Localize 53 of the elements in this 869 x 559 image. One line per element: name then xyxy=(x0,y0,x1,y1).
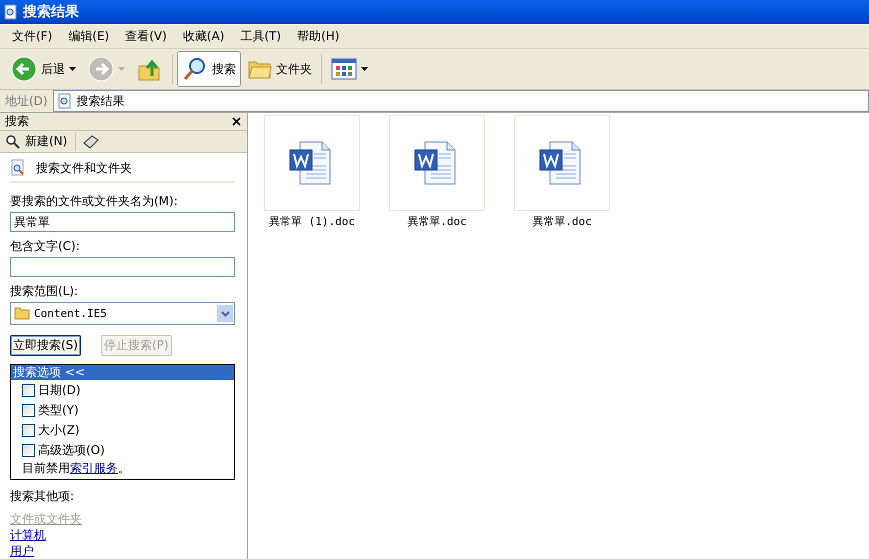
views-grid-icon xyxy=(331,58,357,80)
option-label: 日期(D) xyxy=(38,382,81,398)
checkbox[interactable] xyxy=(22,404,35,416)
section-heading: 搜索文件和文件夹 xyxy=(36,160,132,176)
folder-icon xyxy=(14,307,30,320)
back-button[interactable]: 后退 xyxy=(6,51,81,87)
option-label: 高级选项(O) xyxy=(38,442,105,458)
menu-item[interactable]: 编辑(E) xyxy=(60,28,118,44)
search-link[interactable]: 用户 xyxy=(10,543,34,559)
field-label: 搜索范围(L): xyxy=(10,283,80,300)
note-text: 目前禁用 xyxy=(22,461,70,475)
menu-item[interactable]: 收藏(A) xyxy=(174,28,232,44)
close-icon[interactable] xyxy=(232,117,241,126)
window-title: 搜索结果 xyxy=(23,3,79,21)
menu-item[interactable]: 查看(V) xyxy=(117,28,175,44)
file-thumbnail[interactable] xyxy=(514,115,610,211)
caret-icon xyxy=(118,67,125,71)
name-field[interactable]: 異常單 xyxy=(10,212,235,232)
file-name[interactable]: 異常單.doc xyxy=(407,214,467,229)
checkbox[interactable] xyxy=(22,424,35,436)
pane-title: 搜索 xyxy=(5,113,29,130)
file-name[interactable]: 異常單.doc xyxy=(532,214,592,229)
caret-icon xyxy=(69,67,76,71)
text-field[interactable] xyxy=(10,257,235,277)
caret-icon xyxy=(361,67,368,71)
index-service-link[interactable]: 索引服务 xyxy=(70,461,118,475)
search-document-icon xyxy=(10,159,26,177)
option-label: 大小(Z) xyxy=(38,422,80,438)
file-thumbnail[interactable] xyxy=(389,115,485,211)
menu-item[interactable]: 工具(T) xyxy=(232,28,290,44)
menu-item[interactable]: 文件(F) xyxy=(4,28,60,44)
field-label: 要搜索的文件或文件夹名为(M): xyxy=(10,193,179,210)
menu-item[interactable]: 帮助(H) xyxy=(289,28,348,44)
file-name[interactable]: 異常單 (1).doc xyxy=(269,214,355,229)
address-label: 地址(D) xyxy=(4,92,49,110)
options-header[interactable]: 搜索选项 << xyxy=(11,365,234,380)
search-button[interactable]: 搜索 xyxy=(177,51,241,87)
address-field[interactable]: 搜索结果 xyxy=(52,90,869,112)
note-text: 。 xyxy=(118,461,130,475)
search-icon xyxy=(5,134,21,150)
checkbox[interactable] xyxy=(22,444,35,456)
search-document-icon xyxy=(56,93,73,109)
search-document-icon xyxy=(3,4,19,20)
field-label: 包含文字(C): xyxy=(10,238,81,255)
checkbox[interactable] xyxy=(22,384,35,396)
other-heading: 搜索其他项: xyxy=(10,488,76,505)
search-link[interactable]: 计算机 xyxy=(10,527,46,543)
folders-button[interactable]: 文件夹 xyxy=(243,51,317,87)
file-thumbnail[interactable] xyxy=(264,115,360,211)
scope-dropdown[interactable]: Content.IE5 xyxy=(10,302,235,325)
search-icon xyxy=(182,56,208,82)
option-label: 类型(Y) xyxy=(38,402,79,418)
search-action-button[interactable]: 立即搜索(S) xyxy=(10,335,81,356)
